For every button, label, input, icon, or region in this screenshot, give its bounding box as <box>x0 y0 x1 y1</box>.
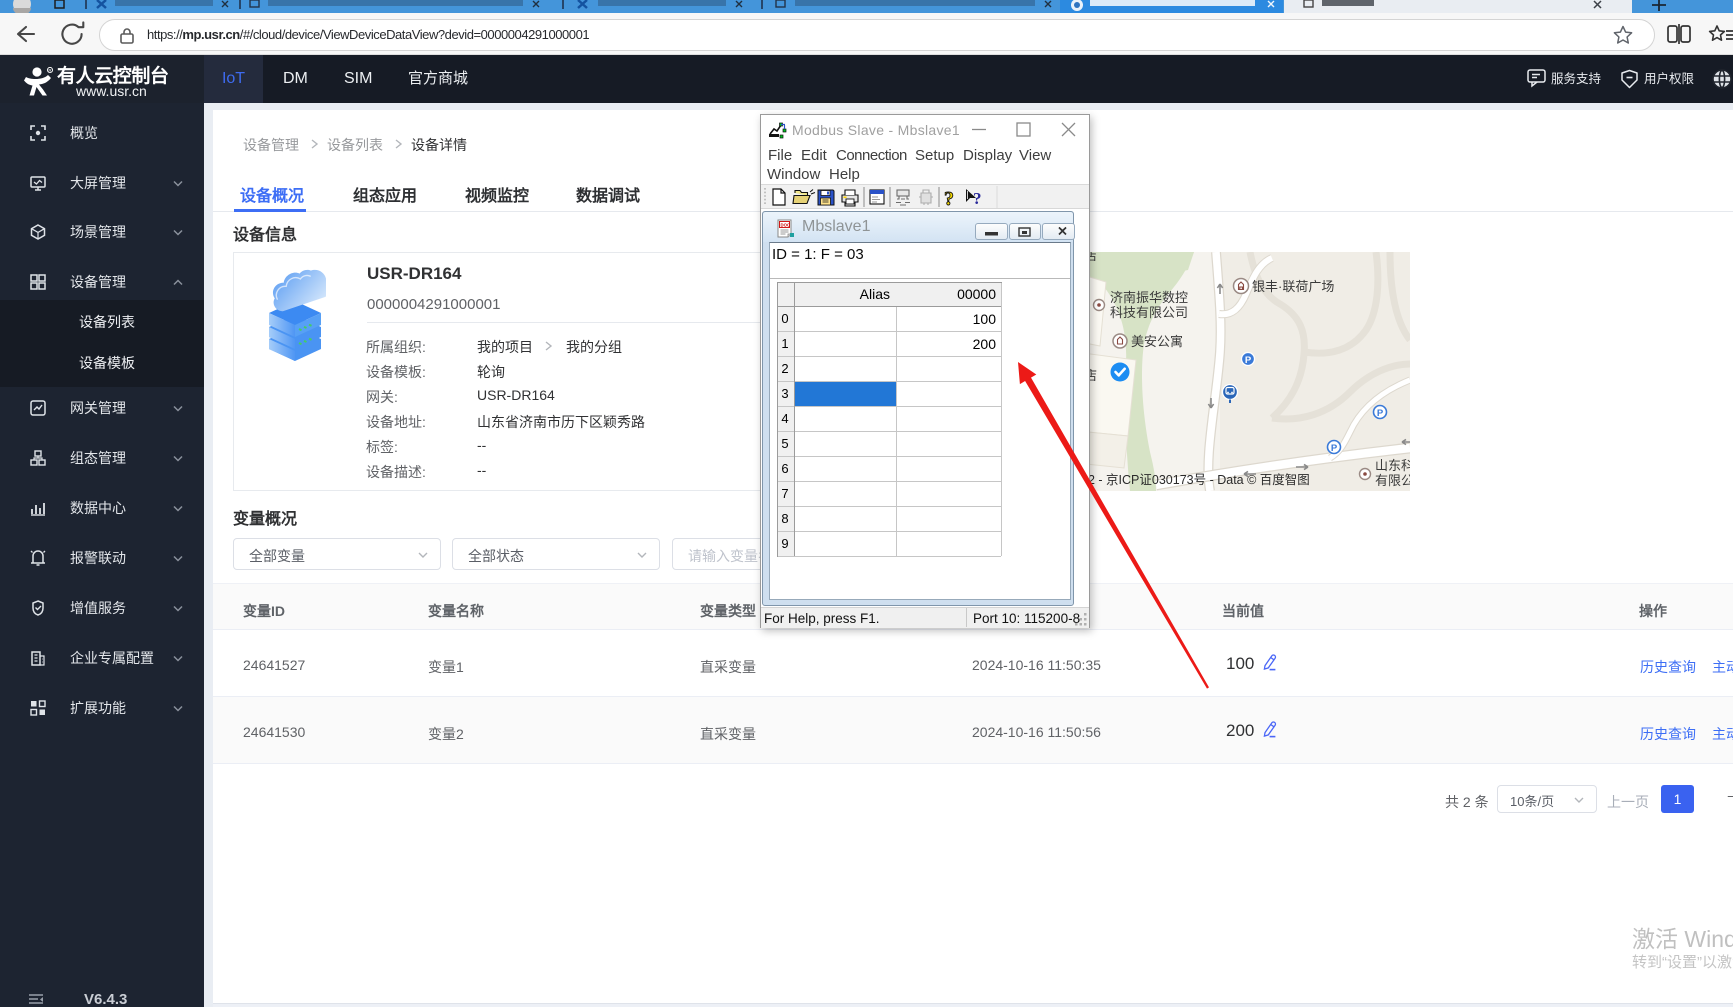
svg-text:?: ? <box>973 189 982 208</box>
svg-text:0: 0 <box>781 311 788 326</box>
svg-text:00000: 00000 <box>957 286 996 302</box>
svg-text:?: ? <box>944 188 954 209</box>
svg-text:200: 200 <box>973 336 997 352</box>
svg-text:100: 100 <box>973 311 997 327</box>
svg-text:银丰·联荷广场: 银丰·联荷广场 <box>1252 279 1334 294</box>
svg-text:济南振华数控: 济南振华数控 <box>1110 290 1188 305</box>
svg-text:P: P <box>1331 443 1338 454</box>
svg-text:有限公: 有限公 <box>1375 473 1410 488</box>
svg-text:9: 9 <box>781 536 788 551</box>
svg-text:2 - 京ICP证030173号 - Data © 百度智图: 2 - 京ICP证030173号 - Data © 百度智图 <box>1088 472 1310 487</box>
svg-text:4: 4 <box>781 411 788 426</box>
svg-text:8: 8 <box>781 511 788 526</box>
svg-text:3: 3 <box>781 386 788 401</box>
svg-text:美安公寓: 美安公寓 <box>1131 334 1183 349</box>
svg-text:P: P <box>1377 408 1384 419</box>
svg-text:山东科: 山东科 <box>1375 458 1410 473</box>
svg-text:1: 1 <box>781 336 788 351</box>
svg-text:6: 6 <box>781 461 788 476</box>
svg-text:7: 7 <box>781 486 788 501</box>
svg-text:5: 5 <box>781 436 788 451</box>
svg-text:2: 2 <box>781 361 788 376</box>
svg-text:Alias: Alias <box>860 286 890 302</box>
svg-text:科技有限公司: 科技有限公司 <box>1110 305 1188 320</box>
svg-text:P: P <box>1245 355 1252 366</box>
svg-text:DOC: DOC <box>781 223 791 228</box>
